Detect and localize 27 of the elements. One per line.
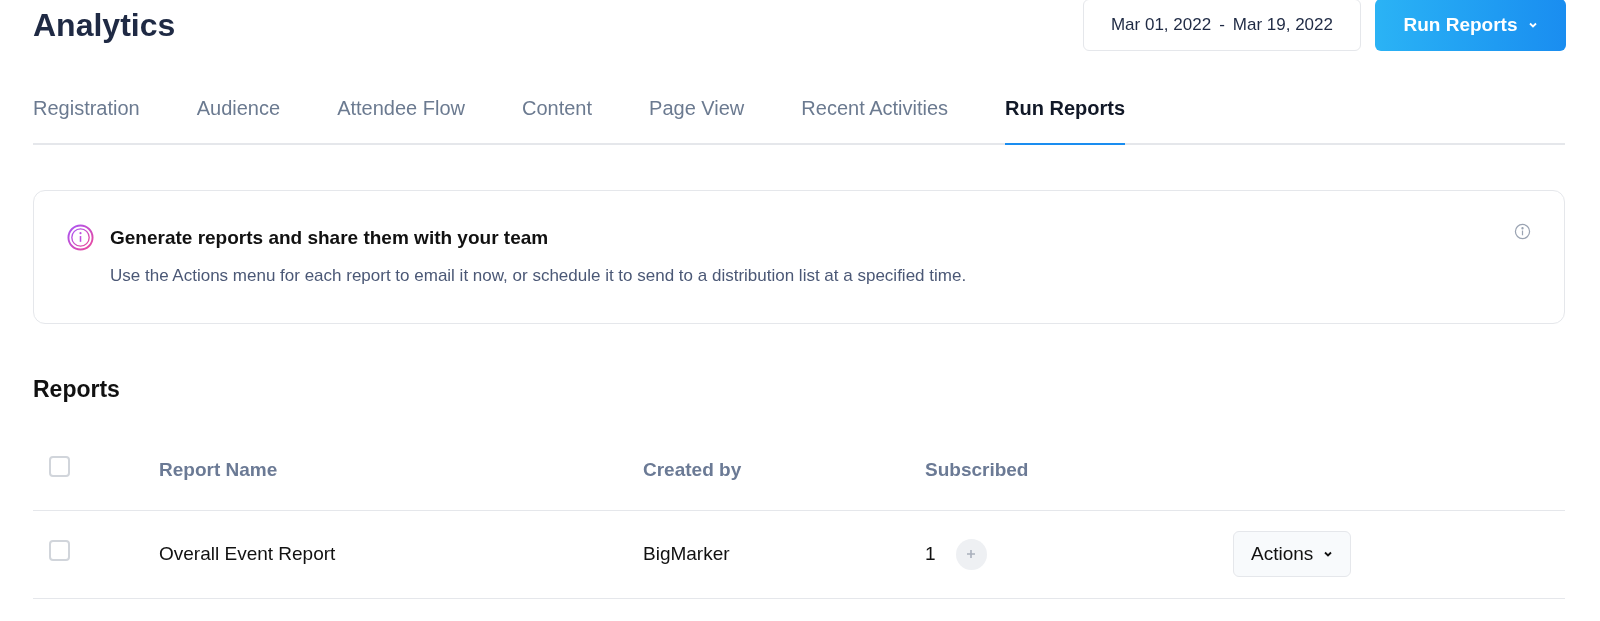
tab[interactable]: Attendee Flow (337, 93, 465, 145)
page-title: Analytics (33, 6, 176, 45)
run-reports-button[interactable]: Run Reports (1375, 0, 1566, 51)
tab[interactable]: Run Reports (1005, 93, 1126, 145)
tab[interactable]: Page View (649, 93, 745, 145)
plus-icon (966, 549, 977, 559)
info-icon (67, 224, 94, 251)
caret-icon (1527, 20, 1538, 30)
subscriber-count: 1 (925, 541, 936, 566)
tab[interactable]: Audience (196, 93, 281, 145)
caret-icon (1323, 549, 1334, 559)
actions-button[interactable]: Actions (1233, 531, 1352, 577)
info-text: Use the Actions menu for each report to email it now, or schedule it to send to a distribution list at a specified time. (110, 264, 967, 287)
tab[interactable]: Registration (33, 93, 140, 145)
add-subscriber-button[interactable] (955, 538, 987, 570)
section-heading: Reports (33, 375, 121, 404)
tab[interactable]: Content (522, 93, 593, 145)
report-name: Overall Event Report (159, 541, 337, 566)
help-icon[interactable] (1514, 223, 1531, 240)
creator-name: BigMarker (643, 541, 731, 566)
column-header: Created by (643, 457, 743, 482)
checkbox[interactable] (49, 540, 70, 561)
column-header: Subscribed (925, 457, 1030, 482)
column-header: Report Name (159, 457, 279, 482)
tab[interactable]: Recent Activities (801, 93, 949, 145)
info-title: Generate reports and share them with your team (110, 226, 550, 250)
checkbox[interactable] (49, 456, 70, 477)
